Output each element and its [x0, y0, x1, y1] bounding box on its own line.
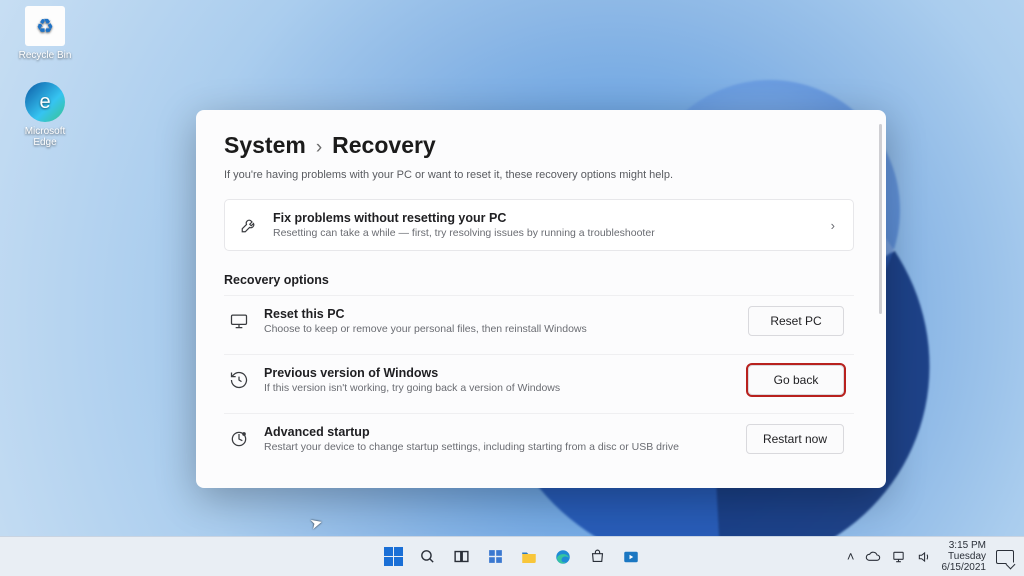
reset-this-pc-row: Reset this PC Choose to keep or remove y… [224, 295, 854, 346]
breadcrumb-current: Recovery [332, 132, 436, 159]
task-view-button[interactable] [447, 543, 475, 571]
store-button[interactable] [583, 543, 611, 571]
task-view-icon [453, 548, 470, 565]
recycle-bin-desktop-icon[interactable]: ♻ Recycle Bin [12, 6, 78, 61]
tray-day: Tuesday [942, 551, 987, 562]
onedrive-icon[interactable] [865, 551, 881, 563]
reset-pc-button[interactable]: Reset PC [748, 306, 844, 336]
desktop-icon-label: Recycle Bin [12, 50, 78, 61]
settings-recovery-window: System › Recovery If you're having probl… [196, 110, 886, 488]
clock-button[interactable]: 3:15 PM Tuesday 6/15/2021 [942, 540, 987, 573]
recycle-bin-icon: ♻ [25, 6, 65, 46]
wrench-icon [239, 215, 259, 235]
scrollbar[interactable] [879, 124, 882, 314]
chevron-right-icon: › [831, 218, 839, 233]
row-title: Previous version of Windows [264, 366, 560, 380]
tray-date: 6/15/2021 [942, 562, 987, 573]
edge-icon: e [25, 82, 65, 122]
notifications-button[interactable] [996, 550, 1014, 564]
row-subtitle: Choose to keep or remove your personal f… [264, 323, 587, 335]
store-icon [589, 548, 606, 565]
cursor-icon: ➤ [308, 513, 325, 534]
chevron-right-icon: › [316, 137, 322, 159]
breadcrumb-parent[interactable]: System [224, 132, 306, 159]
search-icon [419, 548, 436, 565]
start-button[interactable] [379, 543, 407, 571]
play-icon [622, 548, 640, 566]
recovery-intro-text: If you're having problems with your PC o… [224, 169, 884, 181]
restart-now-button[interactable]: Restart now [746, 424, 844, 454]
card-title: Fix problems without resetting your PC [273, 211, 655, 225]
edge-taskbar-button[interactable] [549, 543, 577, 571]
tray-overflow-button[interactable]: ˄ [847, 549, 855, 564]
reset-pc-icon [228, 310, 250, 332]
fix-problems-card[interactable]: Fix problems without resetting your PC R… [224, 199, 854, 251]
system-tray: ˄ 3:15 PM Tuesday 6/15/2021 [847, 540, 1014, 573]
volume-icon[interactable] [916, 550, 932, 564]
advanced-startup-row: Advanced startup Restart your device to … [224, 413, 854, 464]
folder-icon [520, 548, 538, 566]
search-button[interactable] [413, 543, 441, 571]
breadcrumb: System › Recovery [224, 132, 884, 159]
widgets-button[interactable] [481, 543, 509, 571]
recovery-options-heading: Recovery options [224, 273, 854, 287]
taskbar: ˄ 3:15 PM Tuesday 6/15/2021 [0, 536, 1024, 576]
widgets-icon [487, 548, 504, 565]
history-icon [228, 369, 250, 391]
row-subtitle: Restart your device to change startup se… [264, 441, 679, 453]
desktop-icon-label: Microsoft Edge [12, 126, 78, 148]
advanced-startup-icon [228, 428, 250, 450]
edge-icon [554, 548, 572, 566]
card-subtitle: Resetting can take a while — first, try … [273, 227, 655, 239]
media-app-button[interactable] [617, 543, 645, 571]
previous-version-row: Previous version of Windows If this vers… [224, 354, 854, 405]
windows-logo-icon [384, 547, 403, 566]
tray-time: 3:15 PM [942, 540, 987, 551]
microsoft-edge-desktop-icon[interactable]: e Microsoft Edge [12, 82, 78, 148]
taskbar-center-icons [379, 543, 645, 571]
go-back-button[interactable]: Go back [748, 365, 844, 395]
file-explorer-button[interactable] [515, 543, 543, 571]
row-subtitle: If this version isn't working, try going… [264, 382, 560, 394]
row-title: Reset this PC [264, 307, 587, 321]
row-title: Advanced startup [264, 425, 679, 439]
network-icon[interactable] [891, 550, 906, 564]
